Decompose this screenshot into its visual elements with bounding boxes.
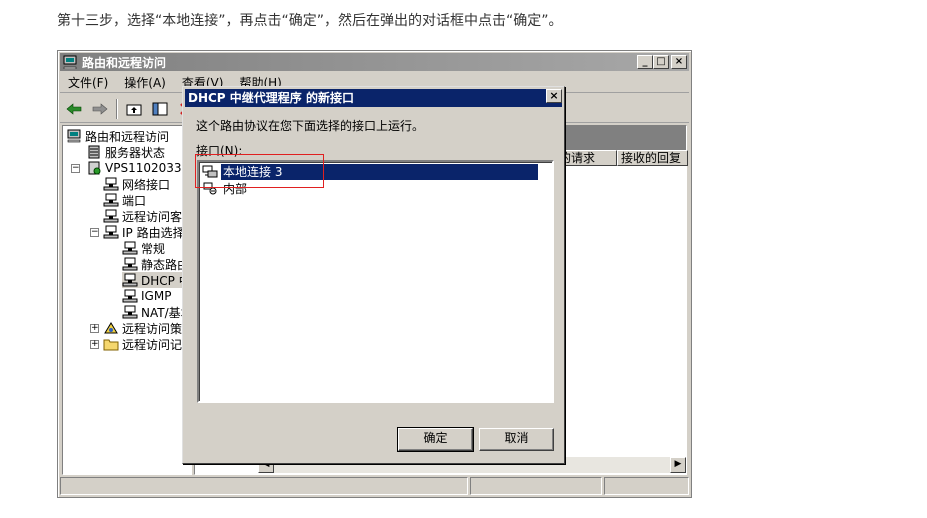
interface-item-internal[interactable]: 内部 <box>202 180 249 196</box>
menu-file[interactable]: 文件(F) <box>60 74 116 91</box>
maximize-button[interactable]: □ <box>653 55 669 69</box>
tree-item-label: 远程访问策 <box>122 321 183 336</box>
tree-item-remote-access-clients[interactable]: 远程访问客 <box>103 208 182 224</box>
interface-item-local-connection[interactable]: 本地连接 3 <box>202 164 538 180</box>
server-status-icon <box>88 145 100 159</box>
computer-icon <box>67 129 81 143</box>
policy-icon <box>104 322 118 334</box>
tree-item-label: 端口 <box>122 193 147 208</box>
network-icon <box>103 209 119 223</box>
tree-item-label: IGMP <box>141 289 172 303</box>
tree-item-label: IP 路由选择 <box>122 225 185 240</box>
tree-item-label: 远程访问记 <box>122 337 183 352</box>
interface-list[interactable]: 本地连接 3 内部 <box>197 160 554 403</box>
expand-toggle[interactable]: + <box>90 324 99 333</box>
tree-item-igmp[interactable]: IGMP <box>122 288 171 304</box>
tree-item-ports[interactable]: 端口 <box>103 192 146 208</box>
folder-icon <box>103 339 119 351</box>
status-segment <box>604 477 689 495</box>
scroll-right-arrow-icon[interactable]: ▶ <box>670 457 686 473</box>
tree-item-label: 服务器状态 <box>105 145 166 160</box>
dialog-description: 这个路由协议在您下面选择的接口上运行。 <box>196 119 425 133</box>
dialog-close-button[interactable]: × <box>546 89 562 103</box>
cancel-button[interactable]: 取消 <box>479 428 554 451</box>
tree-item-root[interactable]: 路由和远程访问 <box>66 128 169 144</box>
tree-item-label: 常规 <box>141 241 166 256</box>
new-interface-dialog: DHCP 中继代理程序 的新接口 × 这个路由协议在您下面选择的接口上运行。 接… <box>182 86 565 464</box>
interface-label: 本地连接 3 <box>221 164 538 180</box>
forward-arrow-icon <box>92 102 108 115</box>
tree-item-ip-routing[interactable]: IP 路由选择 <box>103 224 185 240</box>
status-segment <box>60 477 468 495</box>
internal-interface-icon <box>203 182 217 195</box>
column-header-replies-received[interactable]: 接收的回复 <box>617 150 688 166</box>
collapse-toggle[interactable]: − <box>90 228 99 237</box>
server-icon <box>88 161 101 175</box>
minimize-button[interactable]: _ <box>637 55 653 69</box>
dialog-title: DHCP 中继代理程序 的新接口 <box>185 89 562 107</box>
forward-button[interactable] <box>90 99 110 119</box>
network-connection-icon <box>202 165 218 178</box>
tree-item-static-routes[interactable]: 静态路由 <box>122 256 189 272</box>
network-icon <box>103 177 119 191</box>
tree-item-label: 路由和远程访问 <box>85 129 170 144</box>
ok-button[interactable]: 确定 <box>397 427 474 452</box>
network-icon <box>122 273 138 287</box>
network-icon <box>122 305 138 319</box>
back-arrow-icon <box>66 102 82 115</box>
console-tree[interactable]: 路由和远程访问 服务器状态 − VPS110203353 网络接口 端口 远程访… <box>62 125 192 475</box>
tree-item-label: 远程访问客 <box>122 209 183 224</box>
tree-item-label: VPS110203353 <box>105 161 192 175</box>
collapse-toggle[interactable]: − <box>71 164 80 173</box>
status-segment <box>470 477 602 495</box>
console-tree-icon <box>152 102 168 115</box>
interfaces-label: 接口(N): <box>196 144 243 158</box>
interface-label: 内部 <box>223 181 248 196</box>
back-button[interactable] <box>64 99 84 119</box>
tree-item-remote-access-policies[interactable]: 远程访问策 <box>103 320 182 336</box>
tree-item-server[interactable]: VPS110203353 <box>86 160 192 176</box>
menu-action[interactable]: 操作(A) <box>116 74 174 91</box>
computer-icon <box>63 55 77 69</box>
window-title: 路由和远程访问 <box>82 55 167 70</box>
tree-item-network-interfaces[interactable]: 网络接口 <box>103 176 170 192</box>
close-button[interactable]: × <box>671 55 687 69</box>
network-icon <box>103 193 119 207</box>
window-title-bar: 路由和远程访问 _ □ × <box>60 53 689 71</box>
network-icon <box>122 289 138 303</box>
show-hide-tree-button[interactable] <box>150 99 170 119</box>
tree-item-remote-access-logging[interactable]: 远程访问记 <box>103 336 182 352</box>
toolbar-separator <box>116 98 118 119</box>
up-level-button[interactable] <box>124 99 144 119</box>
tree-item-dhcp-relay[interactable]: DHCP 中 <box>122 272 191 288</box>
network-icon <box>122 241 138 255</box>
status-bar <box>60 477 689 495</box>
tree-item-label: 网络接口 <box>122 177 171 192</box>
expand-toggle[interactable]: + <box>90 340 99 349</box>
network-icon <box>103 225 119 239</box>
step-caption: 第十三步，选择“本地连接”，再点击“确定”，然后在弹出的对话框中点击“确定”。 <box>57 13 563 29</box>
tree-item-server-status[interactable]: 服务器状态 <box>86 144 165 160</box>
tree-item-general[interactable]: 常规 <box>122 240 165 256</box>
up-folder-icon <box>126 104 142 115</box>
network-icon <box>122 257 138 271</box>
